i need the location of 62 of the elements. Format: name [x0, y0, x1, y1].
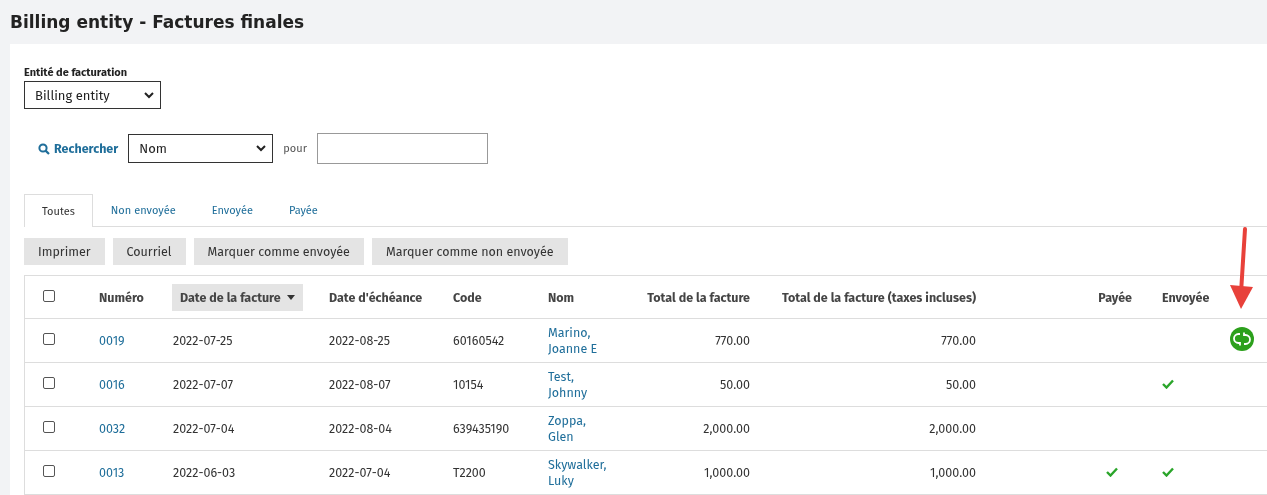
field-label: Entité de facturation	[24, 66, 129, 79]
chevron-icon	[256, 145, 267, 152]
table-cell: 2,000.00	[929, 421, 976, 436]
invoice-number-link[interactable]: 0019	[99, 333, 125, 348]
table-cell: 10154	[453, 377, 484, 392]
tab[interactable]: Non envoyée	[92, 194, 194, 226]
table-cell: 2022-08-07	[329, 377, 391, 392]
column-header[interactable]: Numéro	[99, 289, 144, 305]
table-cell: 50.00	[719, 377, 750, 392]
search-icon	[38, 142, 50, 155]
customer-name-link[interactable]: Test, Johnny	[548, 368, 588, 401]
column-header[interactable]: Payée	[1098, 289, 1132, 305]
table-cell: 2,000.00	[703, 421, 750, 436]
invoice-number-link[interactable]: 0032	[99, 421, 126, 436]
column-header[interactable]: Date de la facture	[172, 283, 303, 311]
column-header[interactable]: Nom	[548, 289, 575, 305]
checkbox[interactable]	[43, 465, 55, 477]
customer-name-link[interactable]: Marino, Joanne E	[548, 324, 598, 357]
action-button[interactable]: Marquer comme non envoyée	[371, 238, 568, 265]
table-cell: 2022-07-25	[173, 333, 233, 348]
column-header[interactable]: Total de la facture	[647, 289, 750, 305]
column-header[interactable]: Code	[453, 289, 482, 305]
customer-name-link[interactable]: Zoppa, Glen	[548, 412, 587, 445]
table-cell: 2022-08-04	[329, 421, 392, 436]
page-title: Billing entity - Factures finales	[10, 12, 305, 32]
customer-name-link[interactable]: Skywalker, Luky	[548, 456, 607, 489]
invoice-number-link[interactable]: 0016	[99, 377, 125, 392]
sort-caret-icon	[286, 294, 295, 300]
search-connector: pour	[283, 142, 307, 155]
chevron-icon	[144, 91, 154, 99]
checkbox[interactable]	[43, 421, 55, 433]
table-cell: 2022-06-03	[173, 465, 236, 480]
column-header[interactable]: Total de la facture (taxes incluses)	[781, 289, 976, 305]
table-cell: 2022-07-04	[173, 421, 235, 436]
table-cell: 639435190	[453, 421, 510, 436]
billing-entity-dropdown[interactable]: Billing entity	[24, 81, 161, 109]
search-field[interactable]	[316, 133, 488, 164]
table-cell: 1,000.00	[704, 465, 750, 480]
table-cell: 770.00	[715, 333, 750, 348]
table-cell: 2022-07-04	[329, 465, 391, 480]
search-field-dropdown[interactable]: Nom	[128, 134, 274, 163]
column-header[interactable]: Envoyée	[1132, 289, 1210, 305]
action-button[interactable]: Courriel	[112, 238, 186, 265]
table-cell: 1,000.00	[930, 465, 976, 480]
checkbox[interactable]	[43, 289, 55, 302]
checkbox[interactable]	[43, 333, 55, 345]
action-button[interactable]: Imprimer	[24, 238, 105, 265]
tab[interactable]: Envoyée	[193, 194, 271, 226]
table-cell: 50.00	[945, 377, 976, 392]
tab[interactable]: Toutes	[24, 194, 93, 227]
table-cell: T2200	[453, 465, 486, 480]
sync-badge-icon[interactable]	[1229, 327, 1254, 351]
column-header[interactable]: Date d'échéance	[329, 289, 423, 305]
table-cell: 60160542	[453, 333, 505, 348]
invoice-number-link[interactable]: 0013	[99, 465, 125, 480]
table-cell: 2022-08-25	[329, 333, 390, 348]
table-cell: 2022-07-07	[173, 377, 233, 392]
tab[interactable]: Payée	[270, 194, 336, 226]
table-cell: 770.00	[941, 333, 976, 348]
action-button[interactable]: Marquer comme envoyée	[193, 238, 364, 265]
checkbox[interactable]	[43, 377, 55, 389]
search-link[interactable]: Rechercher	[38, 141, 119, 156]
